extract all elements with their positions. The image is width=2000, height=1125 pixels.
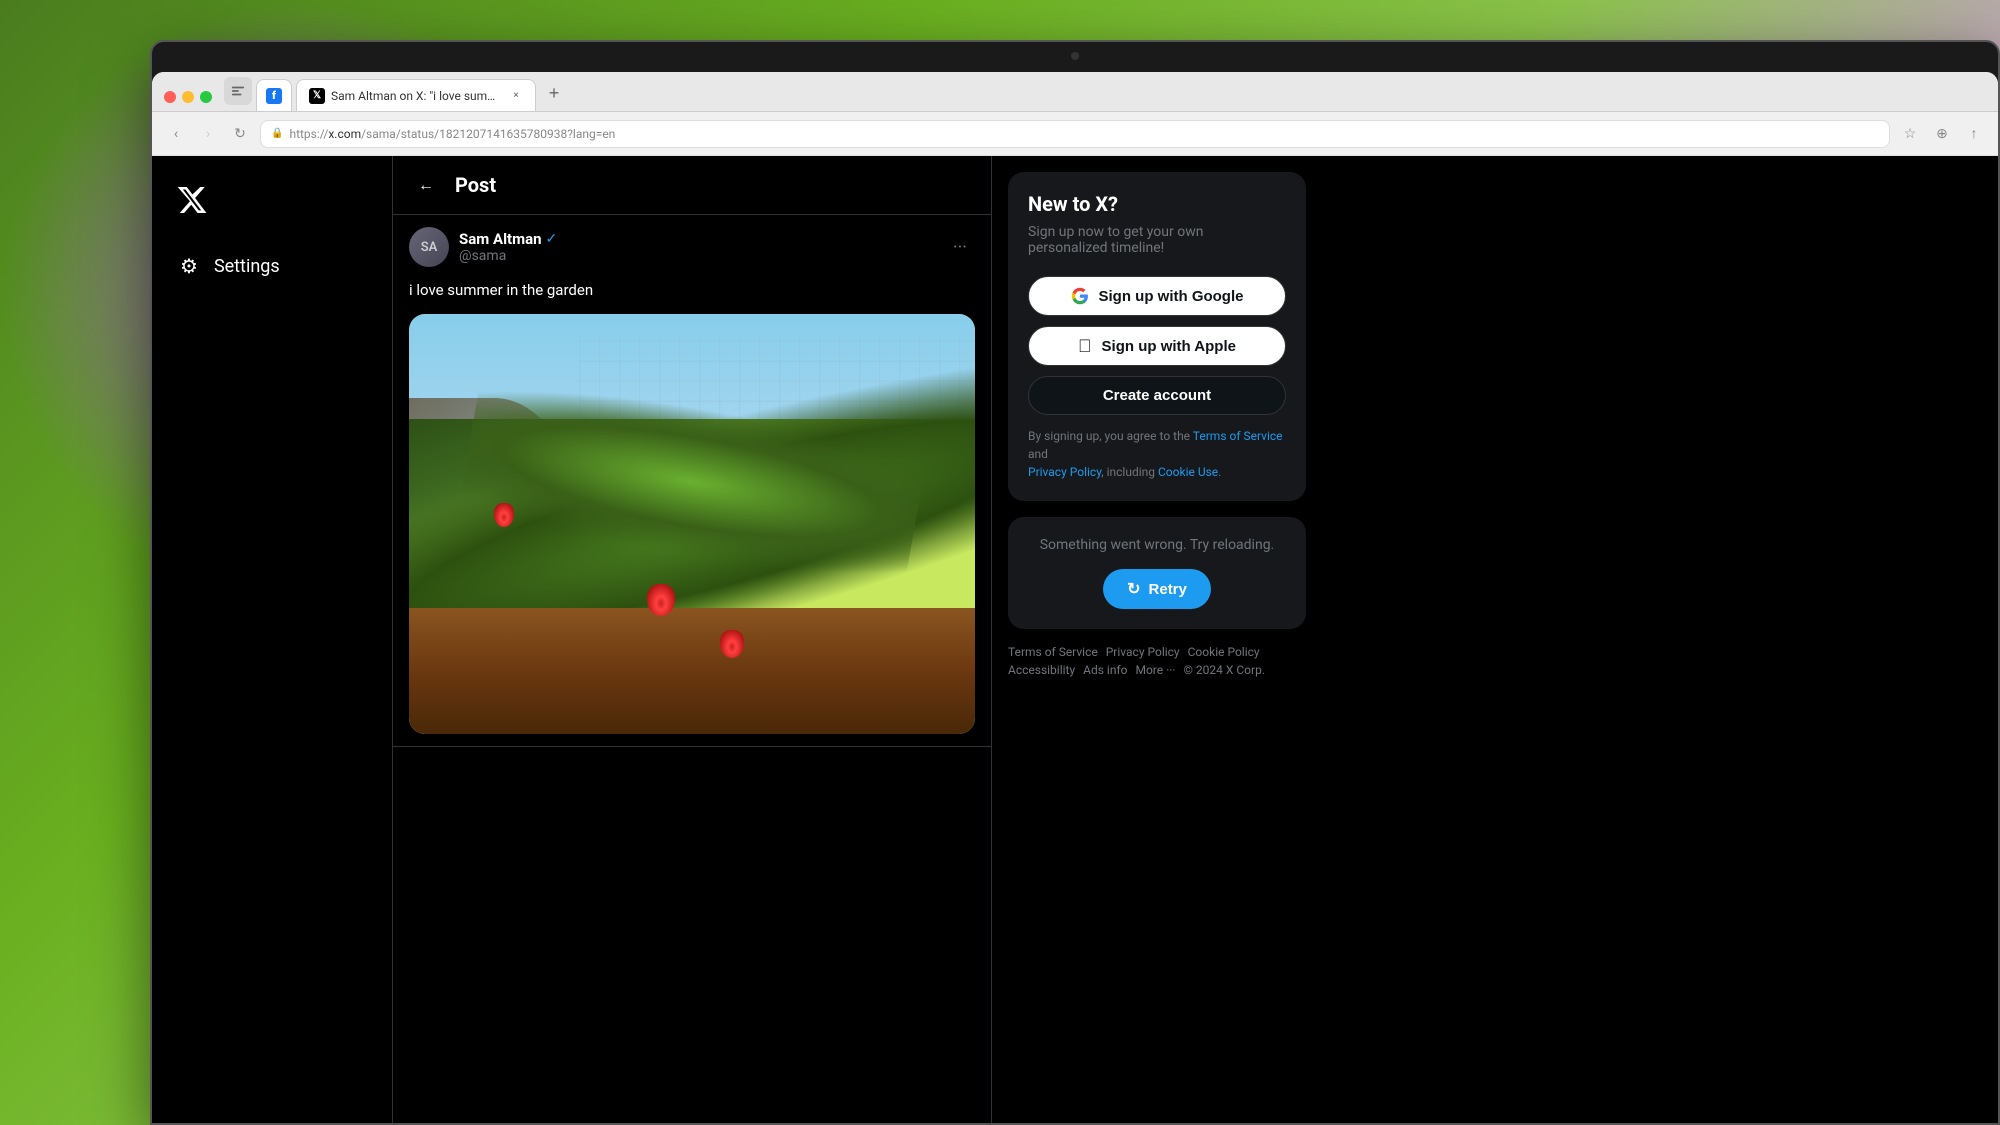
tab-close-button[interactable]: × bbox=[509, 89, 523, 103]
strawberry1 bbox=[647, 584, 675, 616]
author-name-row: Sam Altman ✓ bbox=[459, 230, 557, 248]
browser-chrome: f 𝕏 Sam Altman on X: "i love summ... × +… bbox=[152, 72, 1998, 1123]
new-to-x-title: New to X? bbox=[1028, 192, 1286, 216]
avatar[interactable]: SA bbox=[409, 227, 449, 267]
share-button[interactable]: ↑ bbox=[1962, 122, 1986, 146]
new-to-x-subtitle: Sign up now to get your own personalized… bbox=[1028, 224, 1286, 256]
footer-terms[interactable]: Terms of Service bbox=[1008, 645, 1098, 659]
post-content: SA Sam Altman ✓ @sama ··· bbox=[393, 215, 991, 747]
retry-icon: ↻ bbox=[1127, 579, 1140, 599]
tos-suffix: , including bbox=[1101, 465, 1158, 479]
pinned-facebook-tab[interactable]: f bbox=[256, 79, 292, 111]
x-sidebar: ⚙ Settings bbox=[152, 156, 392, 1123]
footer-more[interactable]: More ··· bbox=[1135, 663, 1175, 677]
back-to-feed-button[interactable]: ← bbox=[409, 168, 443, 202]
pot-area bbox=[409, 608, 975, 734]
tos-end: . bbox=[1218, 465, 1221, 479]
sidebar-toggle-btn[interactable] bbox=[224, 77, 252, 105]
post-text: i love summer in the garden bbox=[409, 279, 975, 302]
address-bar: ‹ › ↻ 🔒 https://x.com/sama/status/182120… bbox=[152, 112, 1998, 156]
error-message: Something went wrong. Try reloading. bbox=[1028, 537, 1286, 553]
facebook-favicon: f bbox=[266, 88, 282, 104]
author-name[interactable]: Sam Altman bbox=[459, 230, 542, 248]
retry-label: Retry bbox=[1149, 581, 1187, 598]
tab-bar: f 𝕏 Sam Altman on X: "i love summ... × + bbox=[152, 72, 1998, 112]
x-favicon: 𝕏 bbox=[309, 88, 325, 104]
url-scheme: https:// bbox=[289, 127, 328, 141]
post-area: ← Post SA Sam Altman bbox=[392, 156, 992, 1123]
tos-link[interactable]: Terms of Service bbox=[1193, 429, 1283, 443]
post-header: ← Post bbox=[393, 156, 991, 215]
footer-copyright: © 2024 X Corp. bbox=[1184, 663, 1265, 677]
camera-notch bbox=[985, 42, 1165, 70]
close-window-dot[interactable] bbox=[164, 91, 176, 103]
active-tab[interactable]: 𝕏 Sam Altman on X: "i love summ... × bbox=[296, 79, 536, 111]
garden-image bbox=[409, 314, 975, 734]
sign-up-apple-button[interactable]:  Sign up with Apple bbox=[1028, 326, 1286, 366]
url-bar[interactable]: 🔒 https://x.com/sama/status/182120714163… bbox=[260, 120, 1890, 148]
error-card: Something went wrong. Try reloading. ↻ R… bbox=[1008, 517, 1306, 629]
footer-cookie[interactable]: Cookie Policy bbox=[1188, 645, 1260, 659]
create-account-label: Create account bbox=[1103, 387, 1211, 404]
author-handle[interactable]: @sama bbox=[459, 248, 557, 264]
footer-accessibility[interactable]: Accessibility bbox=[1008, 663, 1075, 677]
retry-button[interactable]: ↻ Retry bbox=[1103, 569, 1211, 609]
right-sidebar: New to X? Sign up now to get your own pe… bbox=[992, 156, 1322, 1123]
new-tab-button[interactable]: + bbox=[540, 79, 568, 107]
maximize-window-dot[interactable] bbox=[200, 91, 212, 103]
tos-and: and bbox=[1028, 447, 1048, 461]
google-icon bbox=[1071, 287, 1089, 305]
new-to-x-card: New to X? Sign up now to get your own pe… bbox=[1008, 172, 1306, 501]
forward-button[interactable]: › bbox=[196, 122, 220, 146]
tos-text: By signing up, you agree to the Terms of… bbox=[1028, 427, 1286, 481]
create-account-button[interactable]: Create account bbox=[1028, 376, 1286, 415]
post-more-button[interactable]: ··· bbox=[945, 233, 975, 262]
tab-controls bbox=[160, 91, 220, 111]
footer-links: Terms of Service Privacy Policy Cookie P… bbox=[1008, 645, 1306, 677]
tos-prefix: By signing up, you agree to the bbox=[1028, 429, 1193, 443]
extension-button[interactable]: ⊕ bbox=[1930, 122, 1954, 146]
url-host: x.com bbox=[328, 127, 361, 141]
sign-up-apple-label: Sign up with Apple bbox=[1102, 338, 1236, 355]
cookie-link[interactable]: Cookie Use bbox=[1158, 465, 1218, 479]
settings-icon: ⚙ bbox=[180, 254, 198, 278]
url-path: /sama/status/1821207141635780938?lang=en bbox=[361, 127, 615, 141]
post-author-row: SA Sam Altman ✓ @sama ··· bbox=[409, 227, 975, 267]
settings-label: Settings bbox=[214, 256, 280, 277]
verified-badge: ✓ bbox=[546, 231, 558, 247]
sign-up-google-label: Sign up with Google bbox=[1099, 288, 1244, 305]
privacy-link[interactable]: Privacy Policy bbox=[1028, 465, 1101, 479]
minimize-window-dot[interactable] bbox=[182, 91, 194, 103]
refresh-button[interactable]: ↻ bbox=[228, 122, 252, 146]
camera-dot bbox=[1071, 52, 1079, 60]
sidebar-item-settings[interactable]: ⚙ Settings bbox=[168, 244, 376, 288]
footer-ads[interactable]: Ads info bbox=[1083, 663, 1127, 677]
back-button[interactable]: ‹ bbox=[164, 122, 188, 146]
author-info: SA Sam Altman ✓ @sama bbox=[409, 227, 557, 267]
macbook-frame: f 𝕏 Sam Altman on X: "i love summ... × +… bbox=[150, 40, 2000, 1125]
post-image[interactable] bbox=[409, 314, 975, 734]
bookmark-button[interactable]: ☆ bbox=[1898, 122, 1922, 146]
strawberry3 bbox=[494, 503, 514, 527]
sign-up-google-button[interactable]: Sign up with Google bbox=[1028, 276, 1286, 316]
url-text: https://x.com/sama/status/18212071416357… bbox=[289, 127, 1879, 141]
apple-icon:  bbox=[1078, 337, 1092, 355]
footer-privacy[interactable]: Privacy Policy bbox=[1106, 645, 1180, 659]
post-header-title: Post bbox=[455, 173, 496, 197]
author-details: Sam Altman ✓ @sama bbox=[459, 230, 557, 264]
page-content: ⚙ Settings ← Post SA bbox=[152, 156, 1998, 1123]
tab-title: Sam Altman on X: "i love summ... bbox=[331, 89, 503, 103]
lock-icon: 🔒 bbox=[271, 128, 283, 139]
x-logo[interactable] bbox=[168, 176, 376, 228]
